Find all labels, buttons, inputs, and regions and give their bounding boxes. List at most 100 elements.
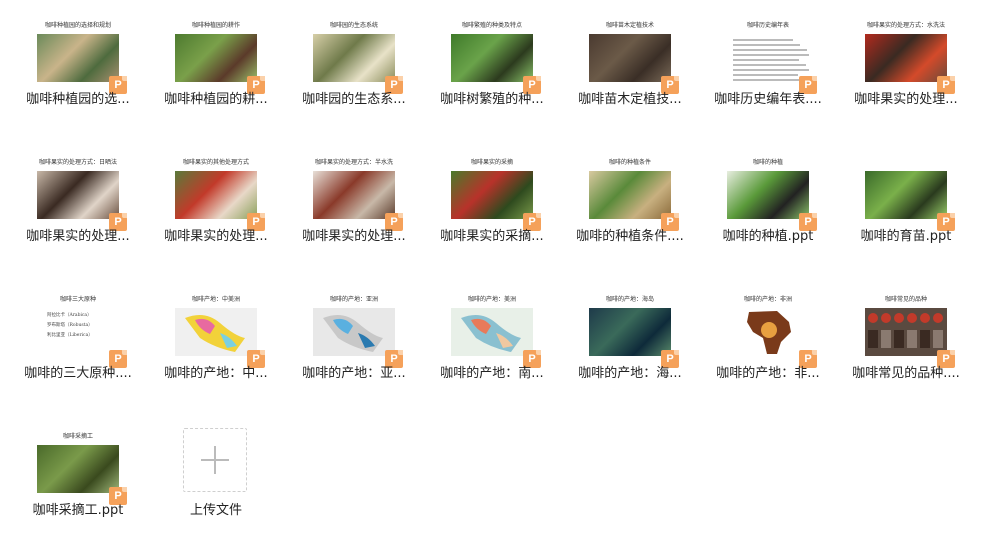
file-name[interactable]: 咖啡的种植条件.... — [561, 225, 699, 244]
slide-title: 咖啡的种植条件 — [608, 159, 651, 166]
slide-title: 咖啡果实的采摘 — [470, 159, 513, 166]
slide-title: 咖啡常见的品种 — [884, 296, 927, 303]
plus-icon[interactable] — [183, 428, 247, 492]
slide-title: 咖啡园的生态系统 — [329, 22, 378, 29]
slide-title: 咖啡果实的其他处理方式 — [182, 159, 249, 166]
file-item[interactable]: 咖啡园的生态系统 P 咖啡园的生态系... — [285, 6, 423, 136]
slide-preview-image — [451, 34, 533, 82]
file-item[interactable]: 咖啡三大原种阿拉比卡（Arabica） 罗布斯塔（Robusta） 利比里亚（Lib… — [9, 280, 147, 410]
slide-preview-image — [727, 34, 809, 82]
upload-file-label[interactable]: 上传文件 — [147, 499, 285, 518]
file-item[interactable]: 咖啡采摘工 P 咖啡采摘工.ppt — [9, 417, 147, 547]
file-name[interactable]: 咖啡的产地：非... — [699, 362, 837, 381]
file-name[interactable]: 咖啡的产地：亚... — [285, 362, 423, 381]
slide-title: 咖啡种植园的选择和规划 — [44, 22, 111, 29]
file-item[interactable]: 咖啡的种植条件 P 咖啡的种植条件.... — [561, 143, 699, 273]
file-thumbnail: 咖啡种植园的选择和规划 P — [37, 22, 127, 94]
slide-title: 咖啡的产地：海岛 — [605, 296, 654, 303]
file-thumbnail: 咖啡的产地：海岛 P — [589, 296, 679, 368]
file-name[interactable]: 咖啡历史编年表.... — [699, 88, 837, 107]
slide-preview-image — [589, 171, 671, 219]
file-name[interactable]: 咖啡常见的品种.... — [837, 362, 975, 381]
file-item[interactable]: 咖啡果实的处理方式：水洗法 P 咖啡果实的处理... — [837, 6, 975, 136]
file-item[interactable]: 咖啡常见的品种 P 咖啡常见的品种.... — [837, 280, 975, 410]
slide-title: 咖啡苗木定植技术 — [605, 22, 654, 29]
slide-preview-image — [313, 171, 395, 219]
file-item[interactable]: 咖啡的种植 P 咖啡的种植.ppt — [699, 143, 837, 273]
slide-title: 咖啡产地：中美洲 — [191, 296, 240, 303]
file-name[interactable]: 咖啡的三大原种.... — [9, 362, 147, 381]
file-name[interactable]: 咖啡果实的处理... — [147, 225, 285, 244]
slide-preview-image — [37, 445, 119, 493]
slide-title: 咖啡采摘工 — [62, 433, 93, 440]
file-item[interactable]: 咖啡果实的处理方式：半水洗 P 咖啡果实的处理... — [285, 143, 423, 273]
file-thumbnail: 咖啡种植园的耕作 P — [175, 22, 265, 94]
slide-preview-image — [175, 34, 257, 82]
file-item[interactable]: 咖啡的产地：非洲 P 咖啡的产地：非... — [699, 280, 837, 410]
file-thumbnail: 咖啡的产地：美洲 P — [451, 296, 541, 368]
slide-preview-image — [37, 171, 119, 219]
file-thumbnail: 咖啡繁殖的种类及特点 P — [451, 22, 541, 94]
file-item[interactable]: P 咖啡的育苗.ppt — [837, 143, 975, 273]
file-name[interactable]: 咖啡园的生态系... — [285, 88, 423, 107]
file-name[interactable]: 咖啡的产地：南... — [423, 362, 561, 381]
file-thumbnail: 咖啡园的生态系统 P — [313, 22, 403, 94]
file-item[interactable]: 咖啡种植园的选择和规划 P 咖啡种植园的选... — [9, 6, 147, 136]
slide-title: 咖啡果实的处理方式：半水洗 — [314, 159, 393, 166]
slide-preview-image — [727, 308, 809, 356]
slide-preview-image — [451, 171, 533, 219]
file-name[interactable]: 咖啡果实的采摘... — [423, 225, 561, 244]
slide-preview-image — [313, 308, 395, 356]
file-thumbnail: 咖啡常见的品种 P — [865, 296, 955, 368]
upload-file-button[interactable]: 上传文件 — [147, 417, 285, 547]
slide-title: 咖啡的产地：非洲 — [743, 296, 792, 303]
slide-title: 咖啡的产地：美洲 — [467, 296, 516, 303]
slide-title: 咖啡繁殖的种类及特点 — [461, 22, 522, 29]
slide-preview-image — [451, 308, 533, 356]
slide-list-line: 阿拉比卡（Arabica） — [47, 313, 92, 318]
file-item[interactable]: 咖啡的产地：亚洲 P 咖啡的产地：亚... — [285, 280, 423, 410]
file-item[interactable]: 咖啡的产地：海岛 P 咖啡的产地：海... — [561, 280, 699, 410]
slide-title: 咖啡三大原种 — [59, 296, 96, 303]
file-thumbnail: 咖啡产地：中美洲 P — [175, 296, 265, 368]
slide-list-line: 利比里亚（Liberica） — [47, 333, 93, 338]
file-thumbnail: 咖啡历史编年表 P — [727, 22, 817, 94]
slide-preview-image — [175, 171, 257, 219]
slide-title: 咖啡果实的处理方式：日晒法 — [38, 159, 117, 166]
file-name[interactable]: 咖啡树繁殖的种... — [423, 88, 561, 107]
slide-preview-image — [865, 308, 947, 356]
file-name[interactable]: 咖啡果实的处理... — [837, 88, 975, 107]
file-name[interactable]: 咖啡的种植.ppt — [699, 225, 837, 244]
file-item[interactable]: 咖啡的产地：美洲 P 咖啡的产地：南... — [423, 280, 561, 410]
slide-title: 咖啡历史编年表 — [746, 22, 789, 29]
file-thumbnail: 咖啡的种植条件 P — [589, 159, 679, 231]
file-name[interactable]: 咖啡采摘工.ppt — [9, 499, 147, 518]
file-name[interactable]: 咖啡种植园的选... — [9, 88, 147, 107]
file-name[interactable]: 咖啡的产地：海... — [561, 362, 699, 381]
file-name[interactable]: 咖啡种植园的耕... — [147, 88, 285, 107]
file-thumbnail: 咖啡苗木定植技术 P — [589, 22, 679, 94]
slide-preview-image — [589, 34, 671, 82]
file-item[interactable]: 咖啡种植园的耕作 P 咖啡种植园的耕... — [147, 6, 285, 136]
file-name[interactable]: 咖啡果实的处理... — [9, 225, 147, 244]
file-thumbnail: 咖啡果实的其他处理方式 P — [175, 159, 265, 231]
file-item[interactable]: 咖啡繁殖的种类及特点 P 咖啡树繁殖的种... — [423, 6, 561, 136]
file-thumbnail: 咖啡的产地：非洲 P — [727, 296, 817, 368]
file-name[interactable]: 咖啡的产地：中... — [147, 362, 285, 381]
file-item[interactable]: 咖啡果实的其他处理方式 P 咖啡果实的处理... — [147, 143, 285, 273]
file-item[interactable]: 咖啡产地：中美洲 P 咖啡的产地：中... — [147, 280, 285, 410]
slide-preview-image — [865, 34, 947, 82]
file-name[interactable]: 咖啡的育苗.ppt — [837, 225, 975, 244]
file-item[interactable]: 咖啡历史编年表 P 咖啡历史编年表.... — [699, 6, 837, 136]
file-name[interactable]: 咖啡苗木定植技... — [561, 88, 699, 107]
file-thumbnail: 咖啡采摘工 P — [37, 433, 127, 505]
file-item[interactable]: 咖啡苗木定植技术 P 咖啡苗木定植技... — [561, 6, 699, 136]
file-name[interactable]: 咖啡果实的处理... — [285, 225, 423, 244]
slide-title: 咖啡种植园的耕作 — [191, 22, 240, 29]
slide-preview-image: 阿拉比卡（Arabica） 罗布斯塔（Robusta） 利比里亚（Liberica） — [37, 308, 119, 356]
slide-preview-image — [37, 34, 119, 82]
file-item[interactable]: 咖啡果实的处理方式：日晒法 P 咖啡果实的处理... — [9, 143, 147, 273]
slide-preview-image — [313, 34, 395, 82]
file-thumbnail: 咖啡的种植 P — [727, 159, 817, 231]
file-item[interactable]: 咖啡果实的采摘 P 咖啡果实的采摘... — [423, 143, 561, 273]
